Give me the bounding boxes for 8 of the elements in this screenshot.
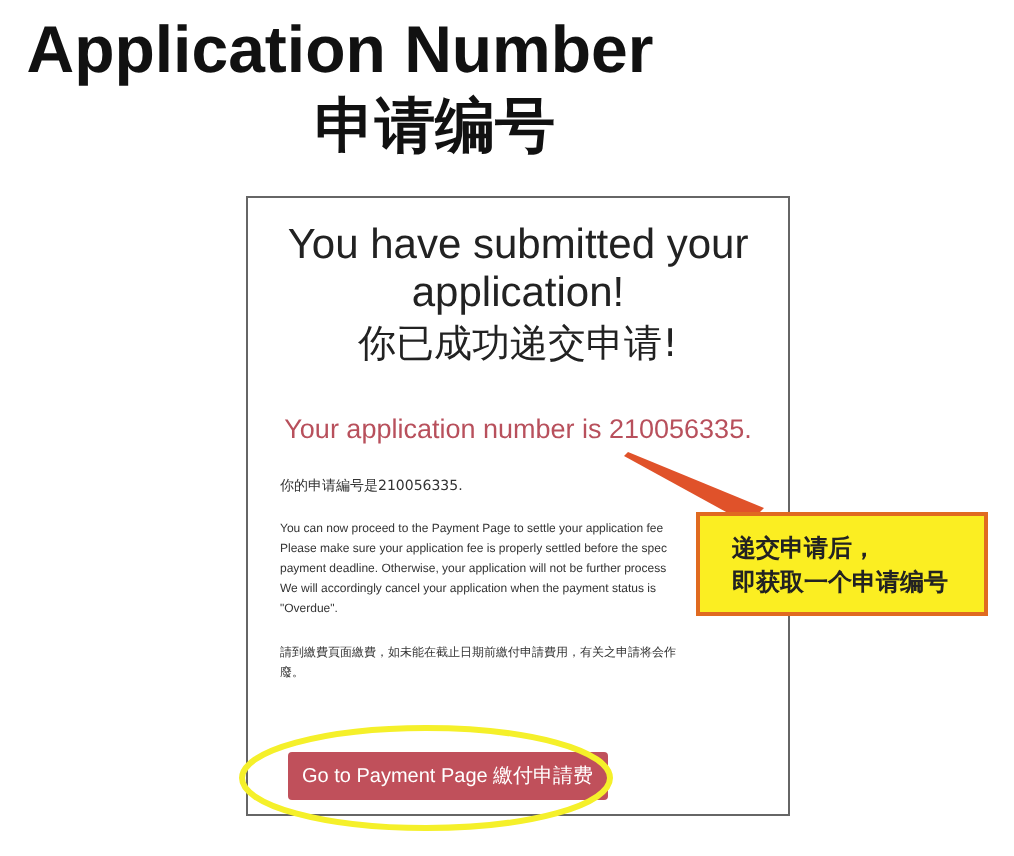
callout-text: 递交申请后， — [732, 532, 878, 566]
confirmation-heading: You have submitted your application! — [285, 222, 751, 318]
slide-subtitle: 申请编号 — [313, 90, 557, 166]
confirmation-heading: 你已成功递交申请! — [356, 320, 680, 370]
slide-title: Application Number — [24, 12, 656, 88]
payment-button[interactable]: Go to Payment Page 繳付申請费 — [288, 752, 608, 800]
callout-text: 即获取一个申请编号 — [732, 566, 950, 600]
application-number: Your application number is 210056335. — [282, 414, 754, 444]
